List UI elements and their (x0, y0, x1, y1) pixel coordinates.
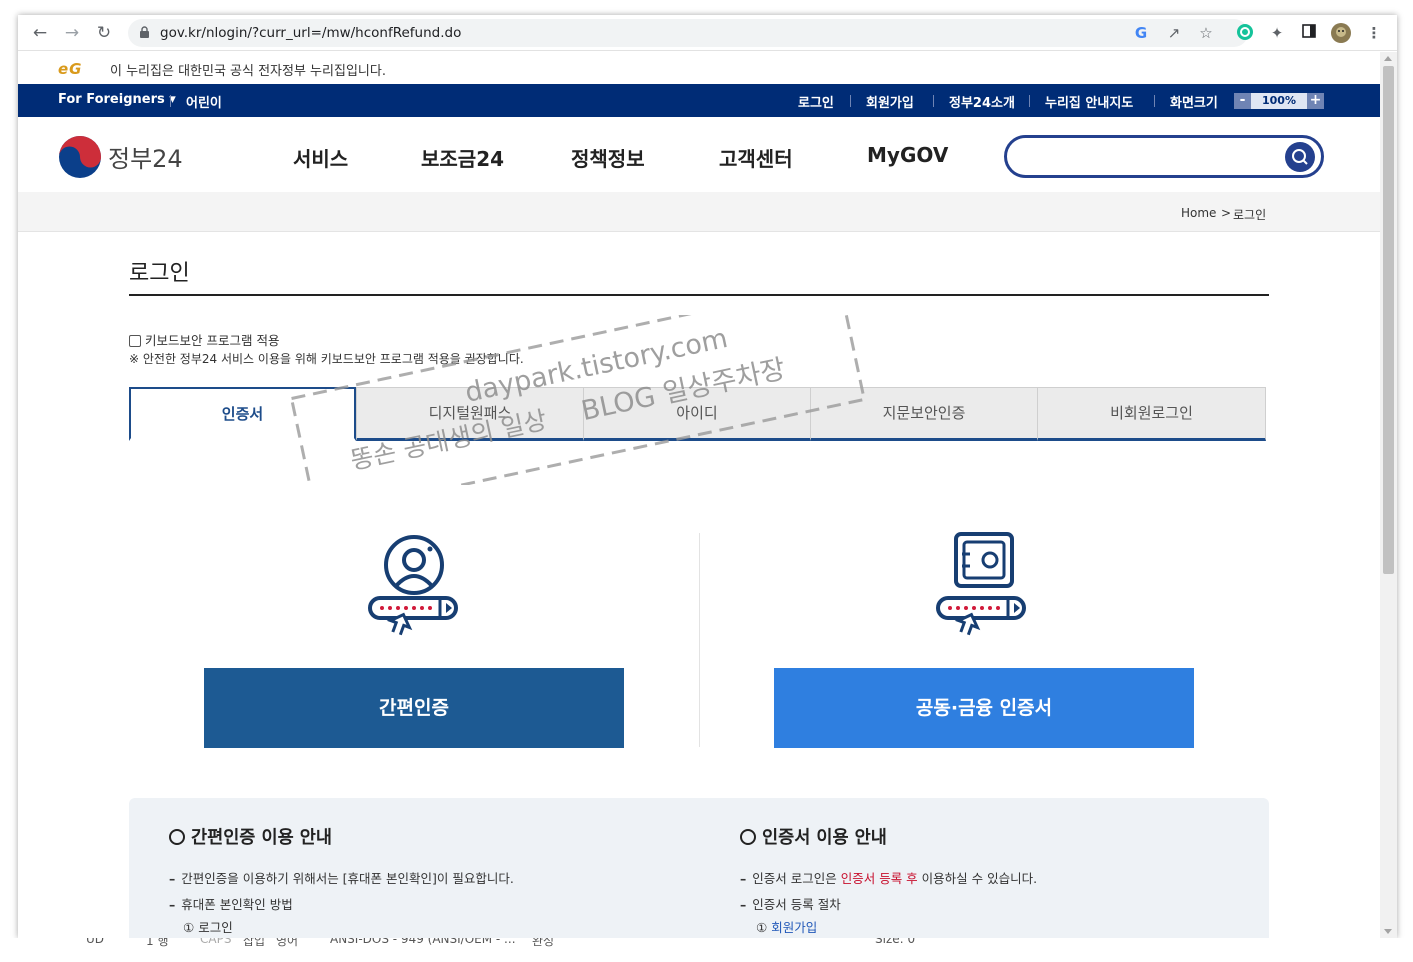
official-notice-text: 이 누리집은 대한민국 공식 전자정부 누리집입니다. (110, 64, 386, 79)
official-site-notice: eG 이 누리집은 대한민국 공식 전자정부 누리집입니다. (18, 52, 1380, 84)
simple-auth-button[interactable]: 간편인증 (204, 668, 624, 748)
screen-size-label: 화면크기 (1170, 96, 1218, 111)
login-link[interactable]: 로그인 (798, 92, 834, 111)
profile-avatar-icon[interactable] (1331, 23, 1351, 43)
gov24-logo-icon[interactable] (58, 135, 102, 179)
joint-financial-cert-button[interactable]: 공동·금융 인증서 (774, 668, 1194, 748)
menu-kebab-icon[interactable]: ⋮ (1364, 23, 1384, 43)
nav-mygov[interactable]: MyGOV (867, 143, 948, 167)
cert-guide-line: – 인증서 등록 절차 (740, 897, 841, 912)
signup-link[interactable]: 회원가입 (866, 92, 914, 111)
user-password-icon (368, 535, 458, 636)
breadcrumb-separator-icon: > (1221, 206, 1232, 220)
status-item: 영어 (276, 938, 299, 948)
back-icon[interactable]: ← (30, 23, 50, 43)
breadcrumb: Home > 로그인 (18, 192, 1380, 232)
divider (850, 95, 851, 107)
extension-grammarly-icon[interactable] (1235, 23, 1255, 43)
check-circle-icon (169, 829, 185, 845)
keyboard-security-option[interactable]: 키보드보안 프로그램 적용 (129, 330, 279, 349)
utility-bar: For Foreigners ▾ 어린이 로그인 회원가입 정부24소개 누리집… (18, 84, 1380, 117)
star-icon[interactable]: ☆ (1196, 23, 1216, 43)
status-item: CAPS (200, 938, 232, 946)
status-item: ANSI-DOS - 949 (ANSI/OEM - ... (330, 938, 516, 946)
keyboard-security-note: ※ 안전한 정부24 서비스 이용을 위해 키보드보안 프로그램 적용을 권장합… (129, 352, 524, 366)
search-box[interactable] (1004, 135, 1324, 178)
title-underline (129, 294, 1269, 296)
tab-digital-onepass[interactable]: 디지털원패스 (356, 387, 584, 441)
divider (1029, 95, 1030, 107)
nav-services[interactable]: 서비스 (293, 143, 348, 172)
background-status-bar: UD 1 행 CAPS 삽입 영어 ANSI-DOS - 949 (ANSI/O… (0, 938, 1413, 962)
zoom-out-button[interactable]: - (1234, 93, 1251, 109)
browser-toolbar: ← → ↻ gov.kr/nlogin/?curr_url=/mw/hconfR… (18, 15, 1397, 51)
for-foreigners-menu[interactable]: For Foreigners ▾ (58, 92, 176, 107)
breadcrumb-home[interactable]: Home (1181, 206, 1216, 220)
vertical-scrollbar[interactable] (1380, 52, 1397, 938)
browser-window: ← → ↻ gov.kr/nlogin/?curr_url=/mw/hconfR… (18, 15, 1397, 938)
side-panel-icon[interactable] (1299, 23, 1319, 43)
signup-step-link[interactable]: 회원가입 (771, 920, 817, 935)
cert-guide-title: 인증서 이용 안내 (740, 824, 887, 849)
cert-guide-line: – 인증서 로그인은 인증서 등록 후 이용하실 수 있습니다. (740, 871, 1038, 886)
search-icon (1292, 149, 1308, 165)
keyboard-security-label: 키보드보안 프로그램 적용 (145, 333, 280, 348)
about-link[interactable]: 정부24소개 (949, 92, 1015, 111)
simple-auth-guide-line: – 간편인증을 이용하기 위해서는 [휴대폰 본인확인]이 필요합니다. (169, 871, 514, 886)
zoom-in-button[interactable]: + (1307, 93, 1324, 109)
status-item: 1 행 (146, 938, 169, 948)
simple-auth-guide-title: 간편인증 이용 안내 (169, 824, 332, 849)
nav-subsidy24[interactable]: 보조금24 (421, 143, 504, 172)
scrollbar-thumb[interactable] (1383, 66, 1394, 574)
sitemap-link[interactable]: 누리집 안내지도 (1045, 92, 1133, 111)
page-title: 로그인 (129, 261, 190, 286)
tab-certificate[interactable]: 인증서 (129, 387, 356, 441)
tab-fingerprint[interactable]: 지문보안인증 (810, 387, 1038, 441)
simple-auth-step: ① 로그인 (183, 920, 233, 935)
gov24-logo-text[interactable]: 정부24 (108, 139, 183, 174)
simple-auth-guide-line: – 휴대폰 본인확인 방법 (169, 897, 293, 912)
url-text: gov.kr/nlogin/?curr_url=/mw/hconfRefund.… (160, 25, 462, 41)
login-method-tabs: 인증서 디지털원패스 아이디 지문보안인증 비회원로그인 (129, 387, 1266, 441)
breadcrumb-current: 로그인 (1233, 208, 1267, 222)
tab-id[interactable]: 아이디 (583, 387, 811, 441)
egov-logo: eG (58, 60, 83, 78)
kids-link[interactable]: 어린이 (186, 92, 222, 111)
usage-guide-panel: 간편인증 이용 안내 – 간편인증을 이용하기 위해서는 [휴대폰 본인확인]이 … (129, 798, 1269, 938)
zoom-control: - 100% + (1234, 93, 1324, 109)
options-divider (699, 533, 700, 747)
safe-password-icon (936, 532, 1026, 636)
nav-customer-center[interactable]: 고객센터 (719, 143, 793, 172)
scroll-down-icon[interactable] (1384, 929, 1392, 934)
status-item: 완성 (532, 938, 555, 948)
forward-icon[interactable]: → (62, 23, 82, 43)
scroll-up-icon[interactable] (1384, 56, 1392, 61)
google-icon[interactable]: G (1131, 23, 1151, 43)
nav-policy-info[interactable]: 정책정보 (571, 143, 645, 172)
share-icon[interactable]: ↗ (1164, 23, 1184, 43)
divider (170, 95, 171, 107)
zoom-value: 100% (1262, 94, 1296, 107)
status-item: 삽입 (243, 938, 266, 948)
divider (1154, 95, 1155, 107)
status-item: UD (86, 938, 105, 946)
divider (933, 95, 934, 107)
address-bar[interactable]: gov.kr/nlogin/?curr_url=/mw/hconfRefund.… (128, 19, 1248, 47)
extensions-puzzle-icon[interactable]: ✦ (1267, 23, 1287, 43)
reload-icon[interactable]: ↻ (94, 23, 114, 43)
keyboard-security-checkbox[interactable] (129, 335, 141, 347)
main-header: 정부24 서비스 보조금24 정책정보 고객센터 MyGOV (18, 117, 1380, 192)
check-circle-icon (740, 829, 756, 845)
cert-guide-step: ① 회원가입 (756, 920, 818, 935)
status-item: Size: 0 (875, 938, 916, 946)
lock-icon (140, 26, 149, 38)
tab-non-member[interactable]: 비회원로그인 (1037, 387, 1266, 441)
search-button[interactable] (1285, 142, 1315, 172)
